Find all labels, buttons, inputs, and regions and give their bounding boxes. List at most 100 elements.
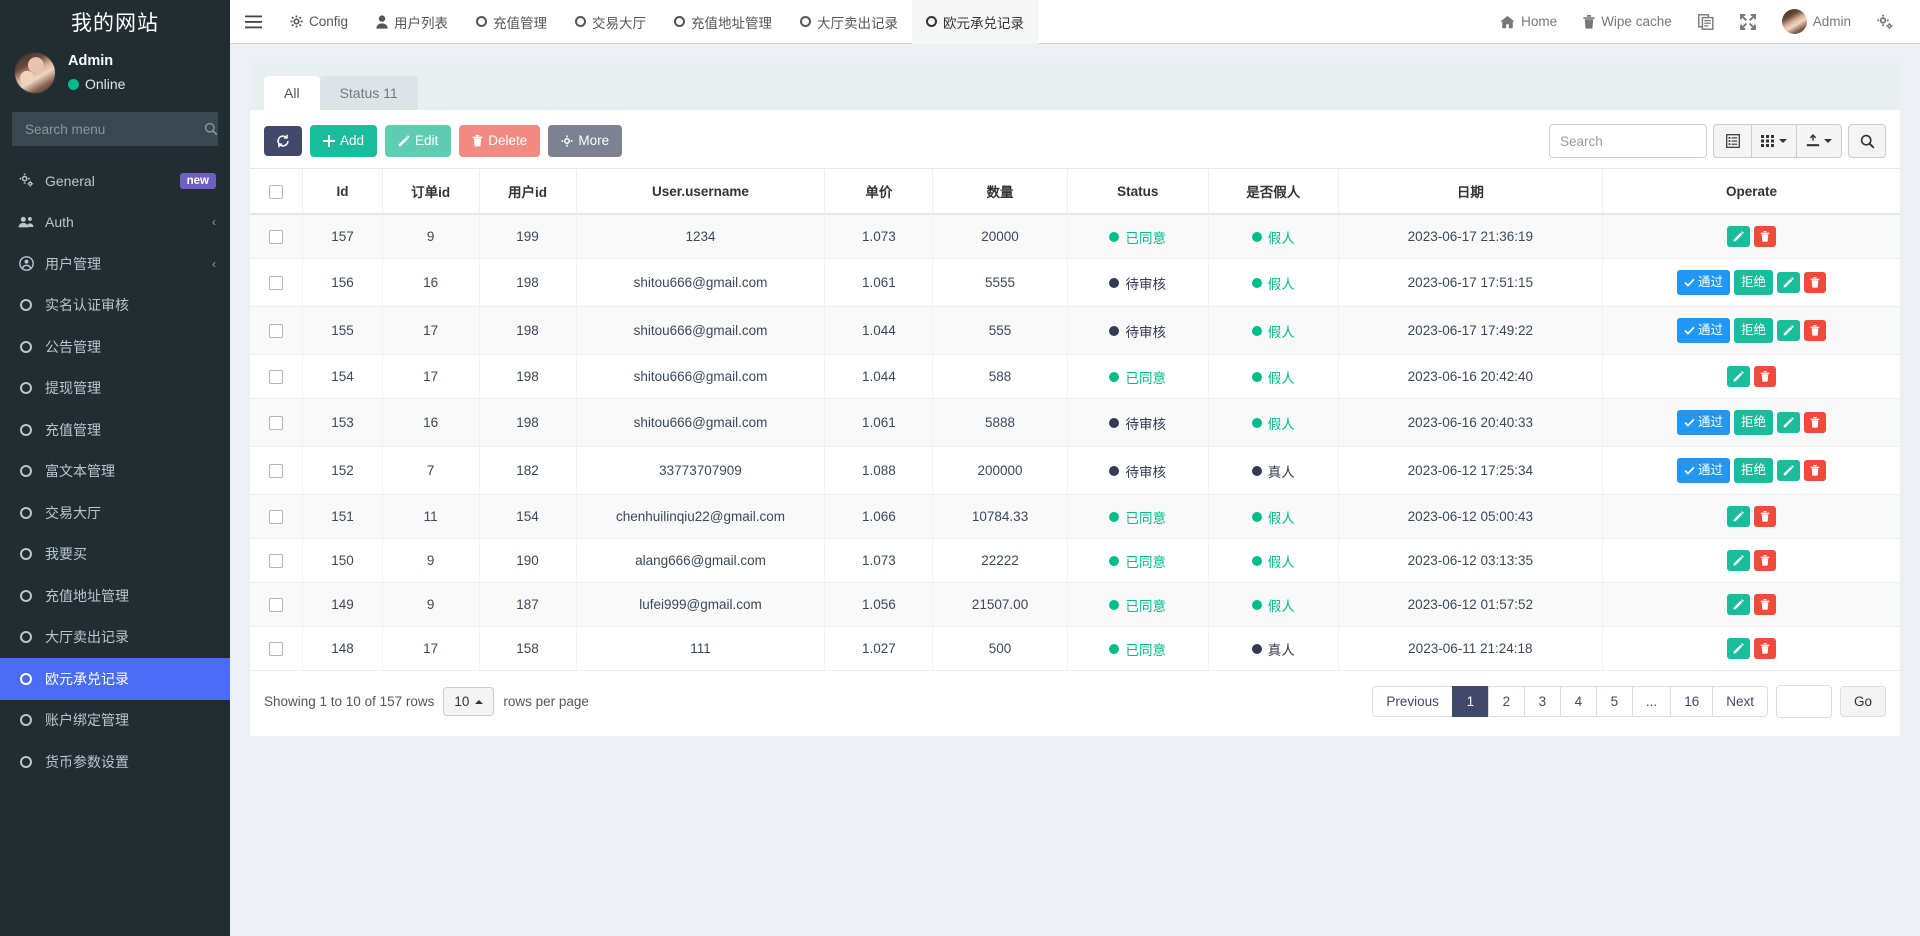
sidebar-item-1[interactable]: General new (0, 160, 230, 202)
sidebar-item-9[interactable]: 交易大厅 (0, 492, 230, 534)
page-16[interactable]: 16 (1670, 686, 1713, 717)
search-input[interactable] (1549, 124, 1707, 158)
table-row[interactable]: 154 17 198 shitou666@gmail.com 1.044 588 已同意 假人… (250, 354, 1900, 399)
sidebar-item-6[interactable]: 提现管理 (0, 368, 230, 410)
topright-item-5[interactable]: Admin (1769, 0, 1864, 44)
tab-2[interactable]: Status 11 (319, 76, 418, 110)
row-checkbox[interactable] (269, 554, 284, 569)
topright-item-2[interactable]: Wipe cache (1570, 0, 1685, 44)
goto-page-input[interactable] (1775, 685, 1832, 718)
row-edit-button[interactable] (1727, 366, 1751, 387)
topnav-item-4[interactable]: 交易大厅 (561, 0, 660, 44)
row-checkbox[interactable] (269, 416, 284, 431)
row-edit-button[interactable] (1777, 320, 1801, 341)
table-row[interactable]: 151 11 154 chenhuilinqiu22@gmail.com 1.066 10… (250, 494, 1900, 539)
sidebar-item-13[interactable]: 欧元承兑记录 (0, 658, 230, 700)
row-checkbox[interactable] (269, 598, 284, 613)
row-edit-button[interactable] (1777, 412, 1801, 433)
page-1[interactable]: 1 (1451, 686, 1488, 717)
row-edit-button[interactable] (1727, 594, 1751, 615)
page-5[interactable]: 5 (1595, 686, 1632, 717)
row-checkbox[interactable] (269, 510, 284, 525)
export-icon[interactable] (1796, 124, 1842, 158)
tab-1[interactable]: All (264, 76, 320, 110)
edit-button[interactable]: Edit (385, 124, 452, 158)
row-edit-button[interactable] (1727, 506, 1751, 527)
sidebar-item-4[interactable]: 实名认证审核 (0, 285, 230, 327)
row-edit-button[interactable] (1777, 460, 1801, 481)
reject-button[interactable]: 拒绝 (1734, 410, 1774, 435)
sidebar-item-14[interactable]: 账户绑定管理 (0, 700, 230, 742)
more-button[interactable]: More (548, 124, 623, 158)
refresh-button[interactable] (264, 126, 302, 156)
row-delete-button[interactable] (1754, 550, 1777, 571)
row-checkbox[interactable] (269, 230, 284, 245)
topnav-item-3[interactable]: 充值管理 (462, 0, 561, 44)
list-icon[interactable] (1713, 124, 1751, 158)
row-checkbox[interactable] (269, 464, 284, 479)
row-delete-button[interactable] (1754, 594, 1777, 615)
reject-button[interactable]: 拒绝 (1734, 458, 1774, 483)
table-row[interactable]: 148 17 158 111 1.027 500 已同意 真人 2023-06-11 21:24… (250, 626, 1900, 671)
page-...[interactable]: ... (1631, 686, 1671, 717)
row-delete-button[interactable] (1754, 506, 1777, 527)
row-delete-button[interactable] (1804, 412, 1827, 433)
sidebar-item-11[interactable]: 充值地址管理 (0, 575, 230, 617)
table-row[interactable]: 152 7 182 33773707909 1.088 200000 待审核 真人 2023-0… (250, 446, 1900, 495)
row-checkbox[interactable] (269, 276, 284, 291)
approve-button[interactable]: 通过 (1677, 410, 1731, 435)
table-row[interactable]: 150 9 190 alang666@gmail.com 1.073 22222 已同意 假人… (250, 538, 1900, 583)
search-menu-input[interactable] (23, 120, 204, 138)
row-checkbox[interactable] (269, 642, 284, 657)
sidebar-item-8[interactable]: 富文本管理 (0, 451, 230, 493)
row-delete-button[interactable] (1754, 226, 1777, 247)
approve-button[interactable]: 通过 (1677, 318, 1731, 343)
table-row[interactable]: 149 9 187 lufei999@gmail.com 1.056 21507.00 已同… (250, 582, 1900, 627)
sidebar-item-7[interactable]: 充值管理 (0, 409, 230, 451)
topnav-item-5[interactable]: 充值地址管理 (660, 0, 786, 44)
approve-button[interactable]: 通过 (1677, 458, 1731, 483)
page-previous[interactable]: Previous (1372, 686, 1452, 717)
topright-item-4[interactable] (1727, 0, 1769, 44)
sidebar-search[interactable] (12, 112, 218, 146)
topnav-item-7[interactable]: 欧元承兑记录 (912, 0, 1039, 44)
sidebar-item-15[interactable]: 货币参数设置 (0, 741, 230, 783)
row-delete-button[interactable] (1754, 366, 1777, 387)
approve-button[interactable]: 通过 (1677, 270, 1731, 295)
row-delete-button[interactable] (1804, 320, 1827, 341)
sidebar-item-3[interactable]: 用户管理 ‹ (0, 243, 230, 285)
topright-item-6[interactable] (1864, 0, 1906, 44)
sidebar-item-2[interactable]: Auth ‹ (0, 202, 230, 244)
search-button[interactable] (1848, 124, 1886, 158)
row-checkbox[interactable] (269, 370, 284, 385)
sidebar-item-10[interactable]: 我要买 (0, 534, 230, 576)
rows-per-page-select[interactable]: 10 (443, 687, 495, 716)
row-delete-button[interactable] (1754, 638, 1777, 659)
delete-button[interactable]: Delete (459, 124, 541, 158)
row-edit-button[interactable] (1727, 550, 1751, 571)
table-row[interactable]: 155 17 198 shitou666@gmail.com 1.044 555 待审核 假人… (250, 306, 1900, 355)
row-edit-button[interactable] (1777, 272, 1801, 293)
table-row[interactable]: 156 16 198 shitou666@gmail.com 1.061 5555 待审核 假… (250, 258, 1900, 307)
topnav-item-1[interactable]: Config (276, 0, 362, 44)
row-checkbox[interactable] (269, 324, 284, 339)
row-edit-button[interactable] (1727, 638, 1751, 659)
reject-button[interactable]: 拒绝 (1734, 270, 1774, 295)
page-4[interactable]: 4 (1559, 686, 1596, 717)
topnav-item-6[interactable]: 大厅卖出记录 (786, 0, 912, 44)
topright-item-1[interactable]: Home (1487, 0, 1570, 44)
add-button[interactable]: Add (310, 124, 378, 158)
table-row[interactable]: 153 16 198 shitou666@gmail.com 1.061 5888 待审核 假… (250, 398, 1900, 447)
row-edit-button[interactable] (1727, 226, 1751, 247)
sidebar-item-5[interactable]: 公告管理 (0, 326, 230, 368)
row-delete-button[interactable] (1804, 272, 1827, 293)
select-all-checkbox[interactable] (269, 184, 284, 199)
hamburger-icon[interactable] (230, 0, 276, 44)
page-3[interactable]: 3 (1523, 686, 1560, 717)
grid-icon[interactable] (1751, 124, 1796, 158)
page-2[interactable]: 2 (1487, 686, 1524, 717)
go-button[interactable]: Go (1839, 686, 1886, 717)
page-next[interactable]: Next (1712, 686, 1768, 717)
sidebar-item-12[interactable]: 大厅卖出记录 (0, 617, 230, 659)
table-row[interactable]: 157 9 199 1234 1.073 20000 已同意 假人 2023-06-17 21:… (250, 214, 1900, 259)
